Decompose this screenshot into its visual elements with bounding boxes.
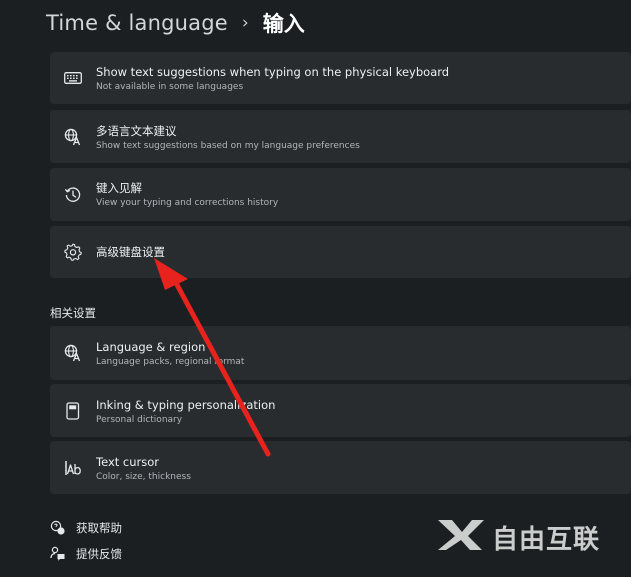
settings-page: Time & language › 输入 Show text suggestio… (0, 0, 631, 577)
watermark: 自由互联 (436, 517, 600, 557)
annotation-arrow (154, 258, 271, 457)
watermark-text: 自由互联 (492, 524, 601, 555)
watermark-logo-icon (436, 518, 486, 556)
